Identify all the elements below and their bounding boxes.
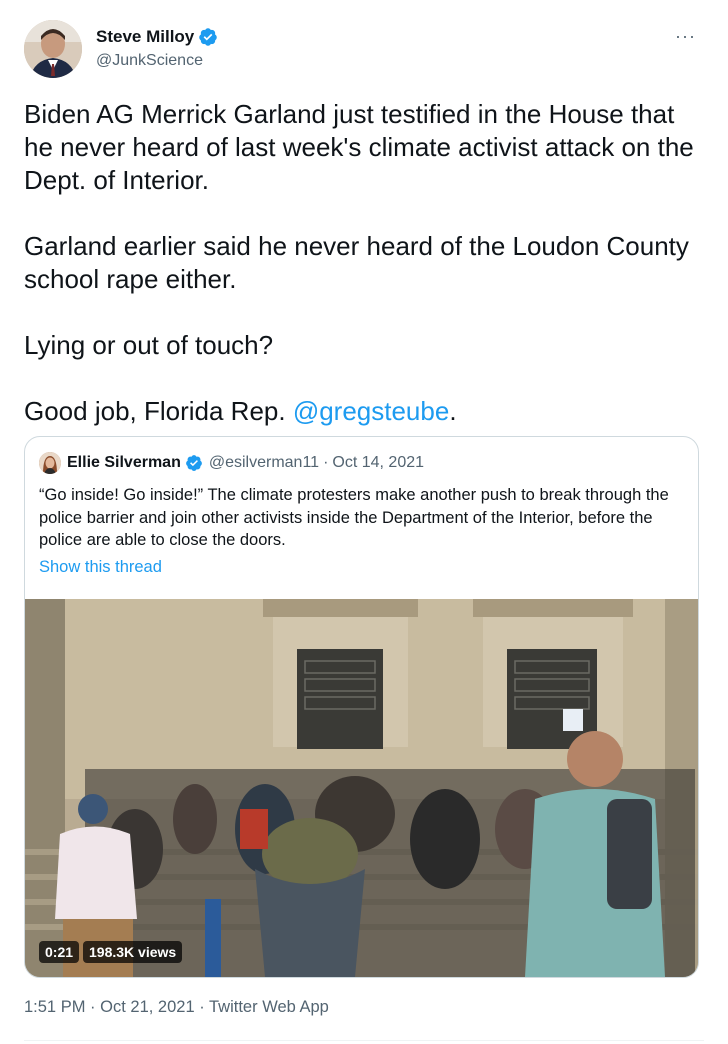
quoted-header: Ellie Silverman @esilverman11 · Oct 14, … — [39, 452, 424, 474]
quoted-handle[interactable]: @esilverman11 — [209, 454, 319, 472]
tweet-source-app[interactable]: Twitter Web App — [209, 998, 329, 1016]
tweet-line-4-prefix: Good job, Florida Rep. — [24, 396, 293, 426]
author-avatar[interactable] — [24, 20, 82, 78]
quoted-avatar[interactable] — [39, 452, 61, 474]
tweet-line-3: Lying or out of touch? — [24, 330, 274, 360]
verified-badge-icon — [185, 455, 202, 471]
author-name-row: Steve Milloy — [96, 27, 218, 47]
video-player[interactable]: 0:21 198.3K views — [25, 599, 698, 977]
divider — [24, 1040, 704, 1041]
video-views-badge: 198.3K views — [83, 941, 183, 963]
tweet-line-1: Biden AG Merrick Garland just testified … — [24, 99, 701, 195]
protest-video-frame — [25, 599, 698, 977]
quoted-text: “Go inside! Go inside!” The climate prot… — [39, 486, 669, 549]
verified-badge-icon — [199, 28, 218, 46]
quoted-tweet[interactable]: Ellie Silverman @esilverman11 · Oct 14, … — [24, 436, 699, 978]
video-duration-badge: 0:21 — [39, 941, 80, 963]
tweet: Steve Milloy @JunkScience ··· Biden AG M… — [0, 0, 728, 1044]
tweet-text: Biden AG Merrick Garland just testified … — [24, 98, 704, 428]
quoted-date[interactable]: Oct 14, 2021 — [332, 454, 424, 472]
quoted-author-name[interactable]: Ellie Silverman — [67, 454, 181, 472]
author-handle[interactable]: @JunkScience — [96, 52, 203, 70]
tweet-footer: 1:51 PM · Oct 21, 2021 · Twitter Web App — [24, 998, 329, 1017]
quoted-separator: · — [323, 454, 329, 471]
author-name[interactable]: Steve Milloy — [96, 27, 194, 47]
footer-separator: · — [90, 998, 96, 1016]
tweet-line-2: Garland earlier said he never heard of t… — [24, 231, 697, 294]
more-options-icon[interactable]: ··· — [675, 26, 696, 47]
tweet-time[interactable]: 1:51 PM — [24, 998, 85, 1016]
tweet-date[interactable]: Oct 21, 2021 — [100, 998, 194, 1016]
tweet-line-4-suffix: . — [449, 396, 457, 426]
show-thread-link[interactable]: Show this thread — [39, 558, 162, 577]
mention-link[interactable]: @gregsteube — [293, 396, 450, 426]
footer-separator: · — [199, 998, 205, 1016]
